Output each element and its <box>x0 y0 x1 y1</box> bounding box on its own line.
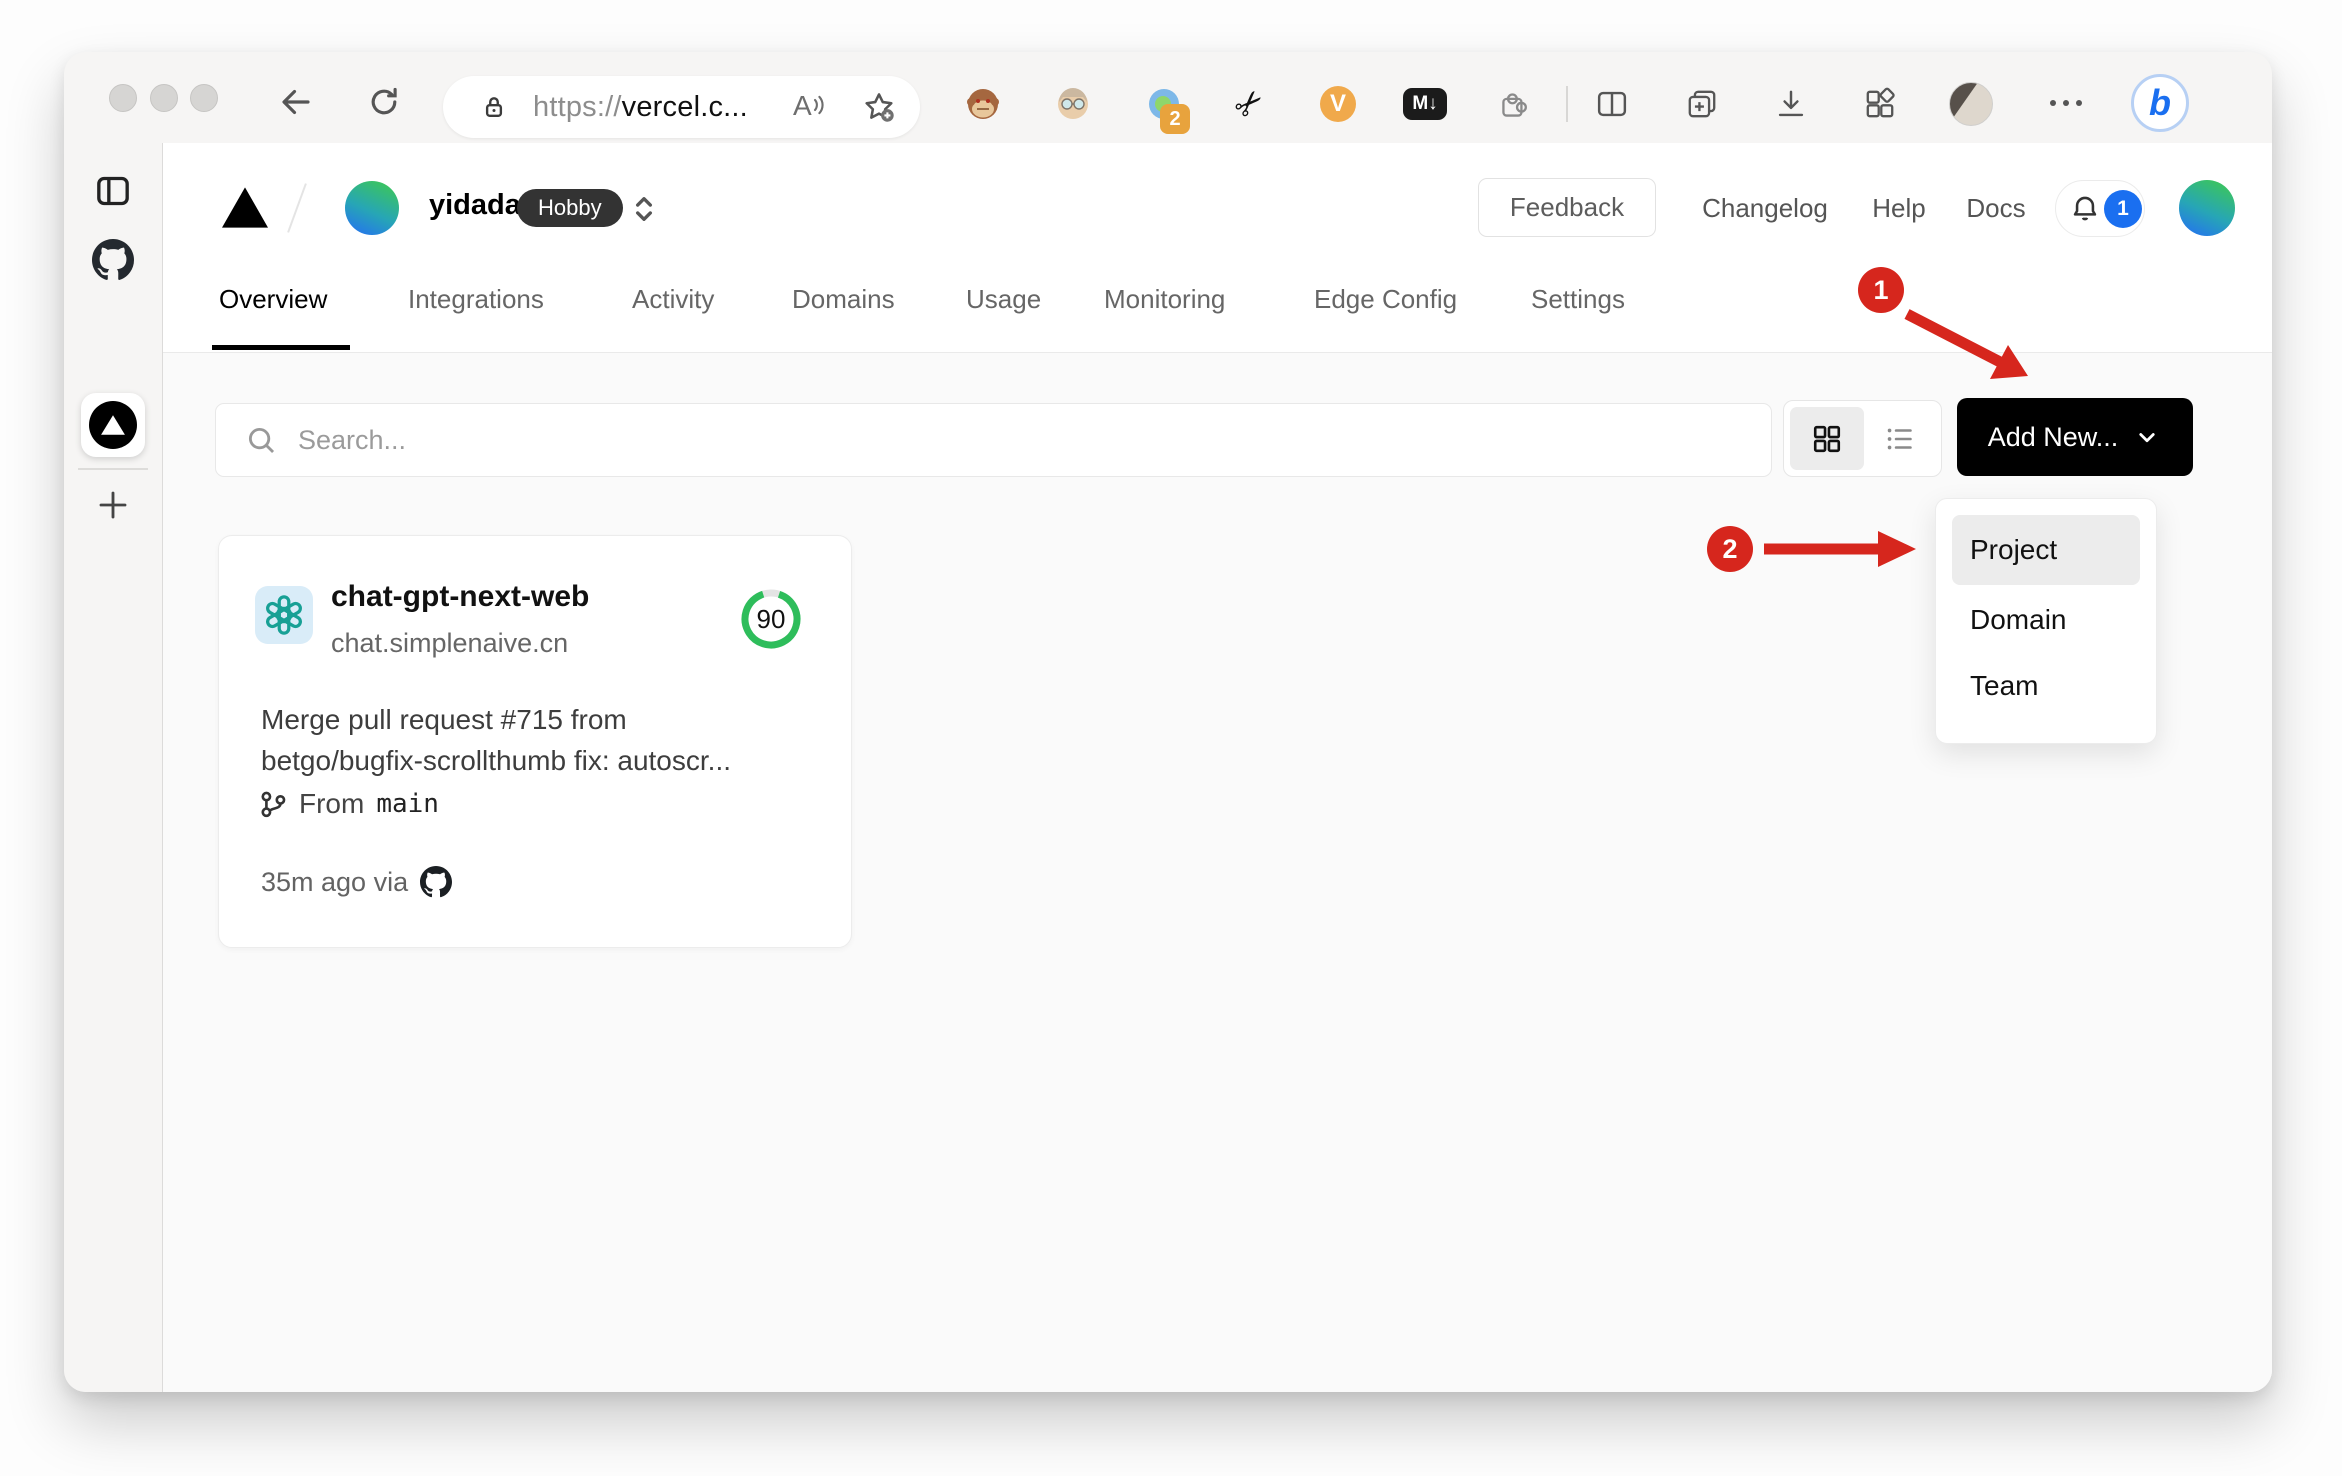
browser-essentials-icon[interactable] <box>1862 86 1898 122</box>
tab-settings[interactable]: Settings <box>1531 284 1625 315</box>
branch-row: From main <box>259 788 439 820</box>
downloads-icon[interactable] <box>1773 86 1809 122</box>
commit-message: Merge pull request #715 from betgo/bugfi… <box>261 704 731 776</box>
vercel-dashboard: yidadaa Hobby Feedback Changelog Help Do… <box>163 143 2272 1392</box>
browser-toolbar: https://vercel.c... A 2 ✂ V M↓ b <box>64 52 2272 143</box>
vercel-favicon <box>89 401 137 449</box>
deploy-meta: 35m ago via <box>261 866 453 898</box>
vercel-tab-active[interactable] <box>81 393 145 457</box>
breadcrumb-slash <box>287 183 307 233</box>
grid-view-button[interactable] <box>1790 407 1864 470</box>
tab-domains[interactable]: Domains <box>792 284 895 315</box>
notification-badge: 1 <box>2104 189 2142 228</box>
back-icon[interactable] <box>278 84 314 120</box>
plan-badge: Hobby <box>517 189 623 227</box>
team-switcher-icon[interactable] <box>625 190 663 228</box>
list-view-button[interactable] <box>1865 407 1935 470</box>
menu-item-domain[interactable]: Domain <box>1952 589 2140 651</box>
chevron-down-icon <box>2139 433 2155 443</box>
project-card[interactable]: chat-gpt-next-web chat.simplenaive.cn 90… <box>218 535 852 948</box>
search-box <box>215 403 1772 477</box>
url-text: https://vercel.c... <box>533 91 748 124</box>
new-tab-icon[interactable] <box>95 487 131 523</box>
add-new-menu: Project Domain Team <box>1935 498 2157 744</box>
add-new-button[interactable]: Add New... <box>1957 398 2193 476</box>
scissors-extension-icon[interactable]: ✂ <box>1226 75 1277 128</box>
search-icon <box>248 427 275 454</box>
active-tab-underline <box>212 345 350 350</box>
nav-docs[interactable]: Docs <box>1966 193 2025 224</box>
tab-usage[interactable]: Usage <box>966 284 1041 315</box>
project-logo-tile <box>255 586 313 644</box>
toolbar-separator <box>1566 86 1568 122</box>
lock-icon <box>485 97 503 117</box>
nav-changelog[interactable]: Changelog <box>1702 193 1828 224</box>
collections-icon[interactable] <box>1684 86 1720 122</box>
annotation-step-2: 2 <box>1707 526 1753 572</box>
search-input[interactable] <box>296 423 1600 457</box>
project-domain[interactable]: chat.simplenaive.cn <box>331 628 568 659</box>
annotation-step-1: 1 <box>1858 267 1904 313</box>
split-screen-icon[interactable] <box>1594 86 1630 122</box>
bell-icon <box>2073 196 2097 220</box>
openai-logo-icon <box>266 595 302 635</box>
extension-badge: 2 <box>1160 104 1190 134</box>
menu-item-project[interactable]: Project <box>1952 515 2140 585</box>
menu-item-team[interactable]: Team <box>1952 655 2140 717</box>
branch-label: From <box>299 788 365 819</box>
more-menu-icon[interactable] <box>2050 100 2082 106</box>
git-branch-icon <box>261 791 286 818</box>
monkey-extension-icon[interactable] <box>965 86 1001 122</box>
vercel-logo[interactable] <box>222 187 268 228</box>
address-bar[interactable]: https://vercel.c... A <box>443 76 920 138</box>
github-icon <box>420 866 453 898</box>
list-view-icon <box>1887 428 1912 449</box>
project-name[interactable]: chat-gpt-next-web <box>331 580 589 614</box>
traffic-light-minimize[interactable] <box>150 84 178 112</box>
favorite-star-icon[interactable] <box>861 89 897 125</box>
github-tab-icon[interactable] <box>92 239 134 281</box>
view-toggle <box>1783 400 1942 477</box>
read-aloud-icon[interactable]: A <box>793 90 828 122</box>
url-host: vercel.c... <box>621 90 748 123</box>
user-avatar[interactable] <box>2179 180 2235 236</box>
browser-window: https://vercel.c... A 2 ✂ V M↓ b yidadaa… <box>64 52 2272 1392</box>
sidebar-divider <box>78 468 148 470</box>
tab-actions-icon[interactable] <box>93 171 133 211</box>
refresh-icon[interactable] <box>366 84 402 120</box>
tab-activity[interactable]: Activity <box>632 284 714 315</box>
tab-overview[interactable]: Overview <box>219 284 327 315</box>
granny-extension-icon[interactable] <box>1055 86 1091 122</box>
notifications-button[interactable]: 1 <box>2055 180 2145 237</box>
lighthouse-score: 90 <box>739 587 803 651</box>
tab-monitoring[interactable]: Monitoring <box>1104 284 1225 315</box>
bing-chat-icon[interactable]: b <box>2131 74 2189 132</box>
browser-sidebar <box>64 143 163 1392</box>
tab-integrations[interactable]: Integrations <box>408 284 544 315</box>
traffic-light-zoom[interactable] <box>190 84 218 112</box>
branch-name: main <box>376 789 439 819</box>
nav-help[interactable]: Help <box>1872 193 1925 224</box>
v-extension-icon[interactable]: V <box>1320 86 1356 122</box>
score-value: 90 <box>756 603 786 634</box>
tab-edge-config[interactable]: Edge Config <box>1314 284 1457 315</box>
deploy-time: 35m ago via <box>261 866 409 897</box>
extensions-puzzle-icon[interactable] <box>1497 86 1533 122</box>
browser-profile-avatar[interactable] <box>1949 82 1993 126</box>
markdown-extension-icon[interactable]: M↓ <box>1403 88 1447 120</box>
url-scheme: https:// <box>533 90 622 123</box>
team-avatar[interactable] <box>345 181 399 235</box>
grid-view-icon <box>1813 425 1841 452</box>
feedback-button[interactable]: Feedback <box>1478 178 1656 237</box>
traffic-light-close[interactable] <box>109 84 137 112</box>
